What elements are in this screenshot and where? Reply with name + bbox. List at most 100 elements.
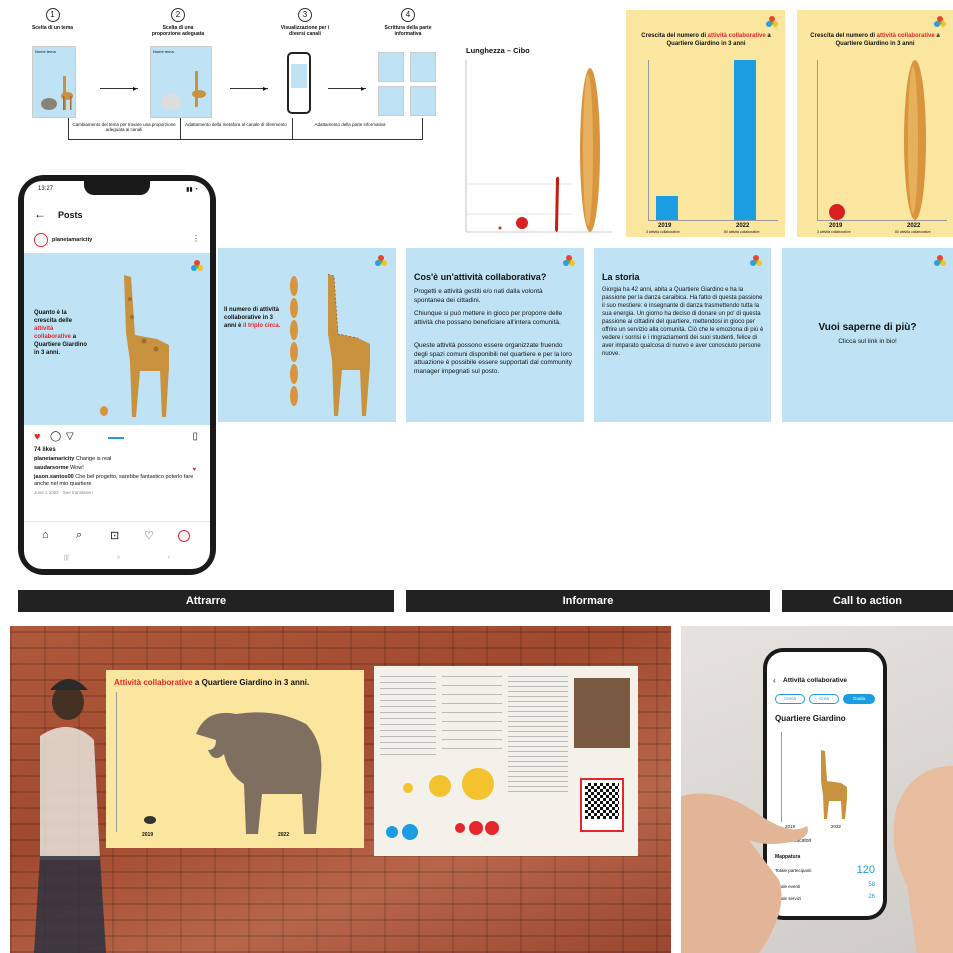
phone-screen: 13:27 ▮▮ ◔ ← Posts planetamaricity ⋮ Qua… bbox=[24, 181, 210, 569]
flow-step-4: 4 Scrittura della parte informativa bbox=[378, 8, 438, 37]
slide-paragraph: Queste attività possono essere organizza… bbox=[414, 342, 572, 375]
carousel-slide-5: Vuoi saperne di più? Clicca sul link in … bbox=[782, 248, 953, 422]
flow-step-3: 3 Visualizzazione per i diversi canali bbox=[280, 8, 330, 37]
back-arrow-icon[interactable]: ← bbox=[34, 207, 46, 221]
slide-paragraph: Giorgia ha 42 anni, abita a Quartiere Gi… bbox=[602, 287, 764, 357]
flow-step-1: 1 Scelta di un tema bbox=[30, 8, 75, 31]
poster-year: 2019 bbox=[142, 832, 154, 838]
heart-icon[interactable]: ♥ bbox=[34, 431, 41, 443]
slide-paragraph: Chiunque si può mettere in gioco per pro… bbox=[414, 310, 563, 326]
app-tab[interactable]: Crea bbox=[809, 694, 839, 704]
multicolor-logo-icon bbox=[933, 254, 947, 268]
label-cta: Call to action bbox=[782, 590, 953, 612]
brick-wall-photo: Attività collaborative a Quartiere Giard… bbox=[10, 626, 671, 953]
profile-icon[interactable] bbox=[178, 530, 190, 542]
bubble-chart bbox=[386, 768, 499, 840]
food-length-chart: Lunghezza – Cibo bbox=[462, 40, 612, 235]
header-title: Posts bbox=[58, 210, 83, 220]
year-label: 2019 bbox=[658, 223, 672, 229]
home-icon[interactable]: ⌂ bbox=[42, 529, 49, 541]
profile-avatar[interactable] bbox=[34, 233, 48, 247]
year-sub: 3 attività collaborative bbox=[817, 230, 851, 234]
slide-paragraph: Progetti e attività gestiti e/o nati dal… bbox=[414, 288, 543, 304]
flow-thumb-4a bbox=[378, 52, 404, 82]
system-nav: ||| ○ ‹ bbox=[64, 555, 170, 561]
bar-2019 bbox=[656, 196, 678, 220]
label-inform: Informare bbox=[406, 590, 770, 612]
phone-mockup: 13:27 ▮▮ ◔ ← Posts planetamaricity ⋮ Qua… bbox=[18, 175, 216, 575]
person-walking bbox=[34, 679, 106, 953]
step-caption: Scelta di una proporzione adeguata bbox=[151, 25, 205, 37]
multicolor-logo-icon bbox=[765, 15, 779, 29]
post-meta: June 1 2022 · See translation bbox=[34, 490, 93, 495]
status-time: 13:27 bbox=[38, 186, 54, 192]
step-caption: Visualizzazione per i diversi canali bbox=[280, 25, 330, 37]
step-caption: Scrittura della parte informativa bbox=[384, 25, 432, 37]
post-text: Quanto è la crescita delle attività coll… bbox=[34, 310, 88, 356]
year-sub: 80 attività collaborative bbox=[895, 230, 931, 234]
poster-title: Attività collaborative a Quartiere Giard… bbox=[114, 678, 310, 687]
slide-subtitle: Clicca sul link in bio! bbox=[838, 338, 897, 345]
card-title: Crescita del numero di attività collabor… bbox=[810, 33, 940, 47]
chart-title: Lunghezza – Cibo bbox=[466, 46, 530, 55]
caption: planetamaricity Change is real bbox=[34, 456, 112, 462]
account-name[interactable]: planetamaricity bbox=[52, 237, 92, 243]
year-label: 2022 bbox=[736, 223, 750, 229]
comment: saudarsorme Wow! bbox=[34, 465, 84, 471]
flow-thumb-4b bbox=[410, 52, 436, 82]
chart-plot bbox=[465, 60, 612, 233]
giraffe-elephant-illustration bbox=[161, 71, 206, 110]
poster-inform bbox=[374, 666, 638, 856]
step-number: 3 bbox=[298, 8, 312, 22]
thumb-label: Nome tema bbox=[153, 49, 174, 54]
flow-thumb-2: Nome tema bbox=[150, 46, 212, 118]
flow-phone-thumb bbox=[287, 52, 311, 114]
step-number: 1 bbox=[45, 8, 60, 22]
reels-icon[interactable]: ⊡ bbox=[110, 529, 119, 542]
slide-title: Vuoi saperne di più? bbox=[818, 322, 917, 333]
flow-thumb-4d bbox=[410, 86, 436, 116]
bar-2022 bbox=[734, 60, 756, 220]
comment-icon[interactable]: ◯ bbox=[50, 431, 61, 442]
feedback-label: Cambiamento del tema per trovare una pro… bbox=[72, 122, 176, 132]
card-title: Crescita del numero di attività collabor… bbox=[641, 33, 771, 47]
carousel-dots bbox=[108, 437, 124, 439]
metaphor-illustration bbox=[829, 60, 926, 220]
more-icon[interactable]: ⋮ bbox=[192, 234, 200, 243]
app-heading: Quartiere Giardino bbox=[775, 714, 846, 723]
bookmark-icon[interactable]: ▯ bbox=[192, 431, 198, 442]
flow-step-2: 2 Scelta di una proporzione adeguata bbox=[148, 8, 208, 37]
giraffe-illustration bbox=[100, 275, 169, 417]
year-label: 2022 bbox=[907, 223, 921, 229]
carousel-slide-3: Cos'è un'attività collaborativa? Progett… bbox=[406, 248, 584, 422]
qr-code-icon[interactable] bbox=[580, 778, 624, 832]
activity-icon[interactable]: ♡ bbox=[144, 529, 154, 542]
thumb-label: Nome tema bbox=[35, 49, 56, 54]
poster-year: 2022 bbox=[278, 832, 290, 838]
feedback-label: Adattamento della parte informativa bbox=[314, 122, 386, 127]
app-tab-active[interactable]: Guida bbox=[843, 694, 875, 704]
hands bbox=[681, 766, 953, 953]
multicolor-logo-icon bbox=[562, 254, 576, 268]
bar-chart-card: Crescita del numero di attività collabor… bbox=[626, 10, 785, 237]
carousel-slide-4: La storia Giorgia ha 42 anni, abita a Qu… bbox=[594, 248, 771, 422]
share-icon[interactable]: ▽ bbox=[66, 431, 74, 442]
feedback-label: Adattamento della metafora al canale di … bbox=[185, 122, 287, 127]
comment: jason.santos00 Che bel progetto, sarebbe… bbox=[34, 474, 194, 487]
app-tab[interactable]: Cerca bbox=[775, 694, 805, 704]
flow-thumb-4c bbox=[378, 86, 404, 116]
elephant-illustration bbox=[144, 712, 322, 834]
comment-like-icon[interactable]: ♥ bbox=[192, 467, 196, 473]
giraffe-elephant-illustration bbox=[41, 76, 73, 110]
post-image: Quanto è la crescita delle attività coll… bbox=[24, 253, 210, 425]
back-arrow-icon[interactable]: ‹ bbox=[773, 676, 776, 685]
multicolor-logo-icon bbox=[933, 15, 947, 29]
poster-attract: Attività collaborative a Quartiere Giard… bbox=[106, 670, 364, 848]
process-flow: 1 Scelta di un tema Nome tema ▸ 2 Scelta… bbox=[30, 8, 450, 153]
search-icon[interactable]: ⌕ bbox=[76, 529, 82, 542]
app-title: Attività collaborative bbox=[783, 677, 847, 684]
status-icons: ▮▮ ◔ bbox=[186, 187, 198, 193]
metaphor-chart-card: Crescita del numero di attività collabor… bbox=[797, 10, 953, 237]
year-sub: 3 attività collaborative bbox=[646, 230, 680, 234]
step-caption: Scelta di un tema bbox=[31, 25, 74, 31]
